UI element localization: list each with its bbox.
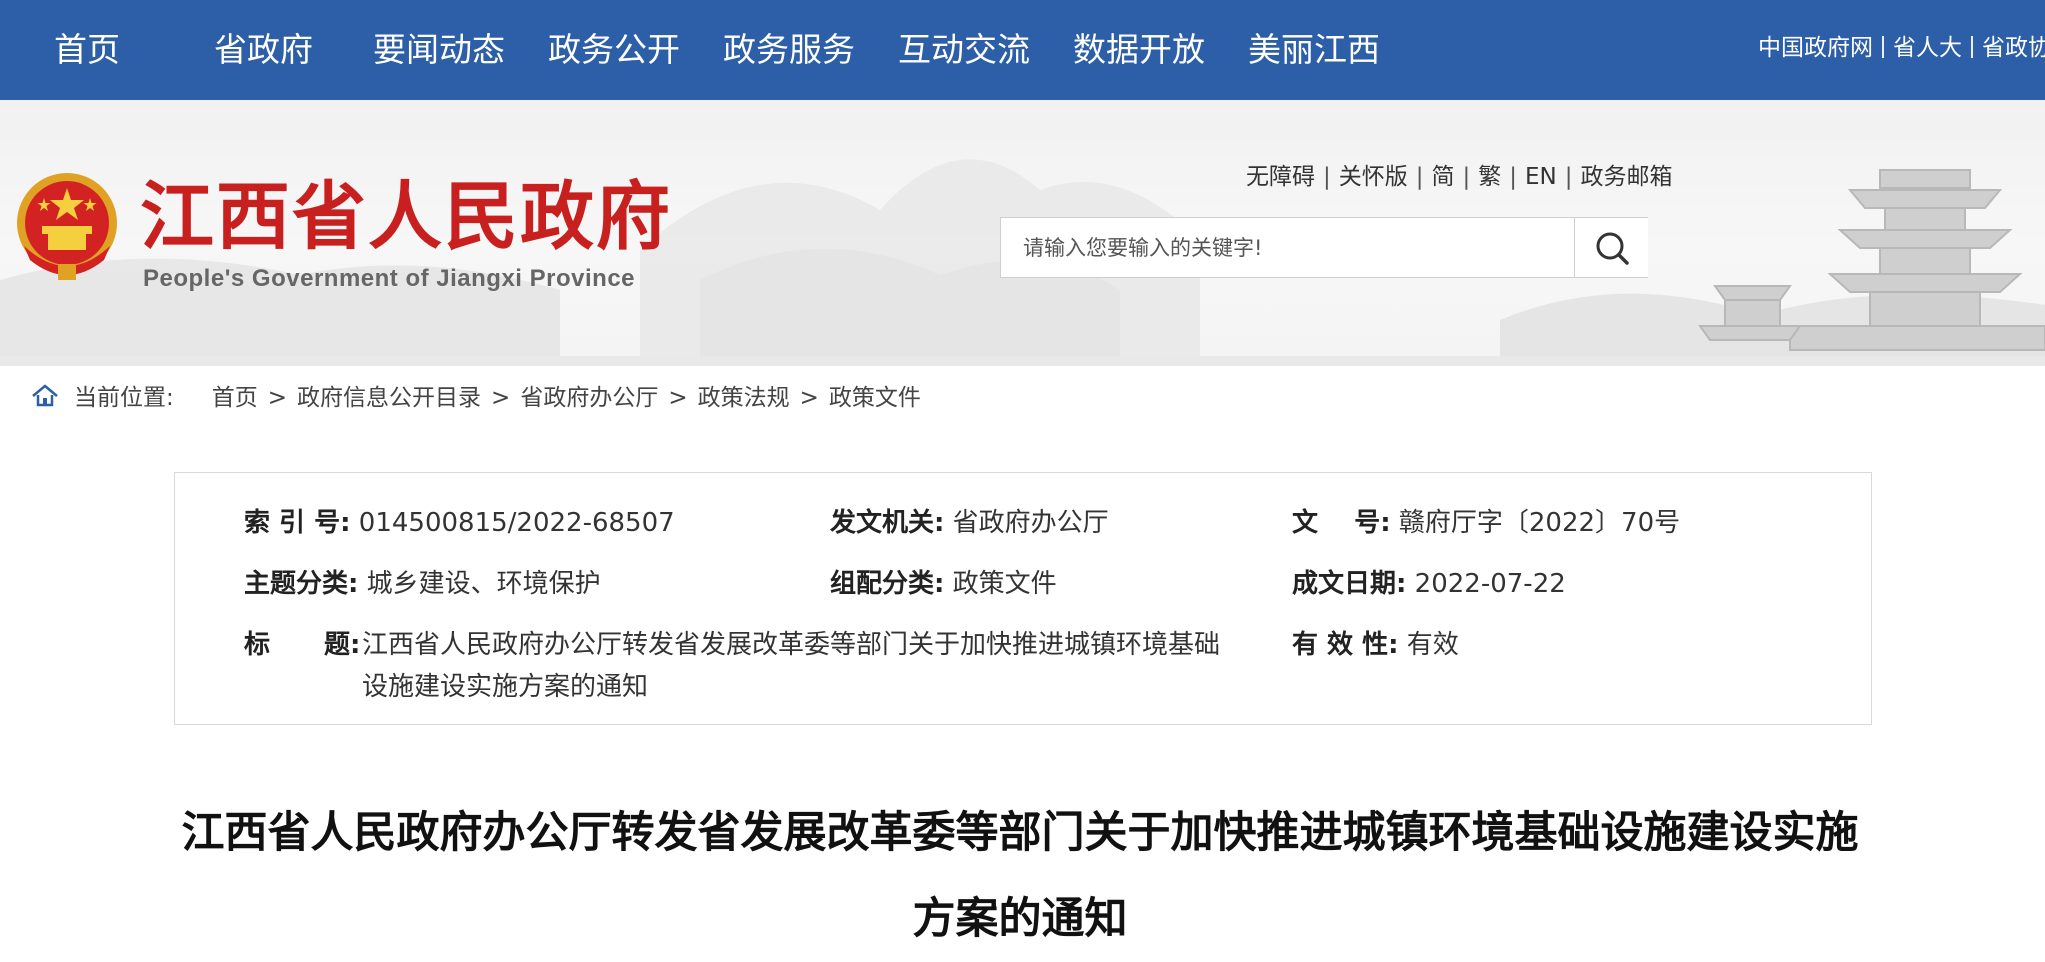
- search-input[interactable]: [1001, 218, 1573, 277]
- search-box: [1000, 217, 1648, 278]
- site-logo-title: 江西省人民政府: [140, 174, 670, 256]
- topic-row: 主题分类: 城乡建设、环境保护: [244, 566, 601, 602]
- nav-government-services[interactable]: 政务服务: [723, 26, 855, 74]
- header-divider: [0, 356, 2045, 366]
- validity-label: 有 效 性:: [1292, 630, 1399, 660]
- issuer-row: 发文机关: 省政府办公厅: [830, 505, 1109, 541]
- link-accessibility[interactable]: 无障碍: [1246, 164, 1315, 190]
- link-provincial-congress[interactable]: 省人大: [1893, 35, 1962, 61]
- index-number-row: 索 引 号: 014500815/2022-68507: [244, 505, 675, 541]
- breadcrumb-home[interactable]: 首页: [212, 385, 258, 411]
- search-button[interactable]: [1574, 218, 1648, 277]
- issuer-label: 发文机关:: [830, 508, 945, 538]
- divider: |: [1462, 164, 1471, 190]
- nav-open-data[interactable]: 数据开放: [1073, 26, 1205, 74]
- breadcrumb-general-office[interactable]: 省政府办公厅: [520, 385, 658, 411]
- topic-value: 城乡建设、环境保护: [366, 569, 601, 599]
- date-row: 成文日期: 2022-07-22: [1292, 566, 1566, 602]
- breadcrumb-separator: >: [799, 385, 819, 411]
- breadcrumb-separator: >: [267, 385, 288, 411]
- nav-news[interactable]: 要闻动态: [373, 26, 505, 74]
- title-label-colon: 题:: [324, 630, 361, 660]
- svg-text:People's Government of Jiangxi: People's Government of Jiangxi Province: [143, 265, 635, 292]
- national-emblem-icon: [17, 173, 117, 280]
- top-navigation-bar: 首页 省政府 要闻动态 政务公开 政务服务 互动交流 数据开放 美丽江西 中国政…: [0, 0, 2045, 100]
- link-china-gov[interactable]: 中国政府网: [1758, 35, 1873, 61]
- category-label: 组配分类:: [830, 569, 945, 599]
- link-elderly-mode[interactable]: 关怀版: [1339, 164, 1408, 190]
- home-icon: [32, 384, 58, 407]
- validity-value: 有效: [1406, 630, 1459, 660]
- external-links: 中国政府网 省人大 省政协: [1758, 30, 2045, 66]
- divider: |: [1323, 164, 1331, 190]
- site-logo-subtitle: People's Government of Jiangxi Province: [143, 265, 635, 292]
- nav-interaction[interactable]: 互动交流: [898, 26, 1030, 74]
- divider: [1971, 36, 1973, 58]
- article-title: 江西省人民政府办公厅转发省发展改革委等部门关于加快推进城镇环境基础设施建设实施方…: [181, 808, 1859, 944]
- document-number-label: 文 号:: [1292, 508, 1391, 538]
- breadcrumb: 当前位置: 首页 > 政府信息公开目录 > 省政府办公厅 > 政策法规 > 政策文件: [30, 382, 921, 414]
- date-value: 2022-07-22: [1414, 569, 1566, 599]
- nav-beautiful-jiangxi[interactable]: 美丽江西: [1248, 26, 1380, 74]
- divider: [1882, 36, 1884, 58]
- document-number-row: 文 号: 赣府厅字〔2022〕70号: [1292, 505, 1680, 541]
- nav-government-affairs-disclosure[interactable]: 政务公开: [548, 26, 680, 74]
- link-simplified-chinese[interactable]: 简: [1432, 164, 1455, 190]
- category-value: 政策文件: [952, 569, 1057, 599]
- divider: |: [1509, 164, 1517, 190]
- link-traditional-chinese[interactable]: 繁: [1478, 164, 1501, 190]
- breadcrumb-separator: >: [491, 385, 511, 411]
- category-row: 组配分类: 政策文件: [830, 566, 1057, 602]
- date-label: 成文日期:: [1292, 569, 1407, 599]
- title-label-char: 标: [244, 630, 271, 660]
- nav-home[interactable]: 首页: [54, 26, 120, 74]
- link-government-mail[interactable]: 政务邮箱: [1581, 164, 1673, 190]
- validity-row: 有 效 性: 有效: [1292, 627, 1459, 663]
- breadcrumb-policy-documents[interactable]: 政策文件: [829, 385, 921, 411]
- issuer-value: 省政府办公厅: [952, 508, 1109, 538]
- nav-provincial-government[interactable]: 省政府: [214, 26, 313, 74]
- utility-links: 无障碍 | 关怀版 | 简 | 繁 | EN | 政务邮箱: [1246, 160, 1673, 194]
- topic-label: 主题分类:: [244, 569, 359, 599]
- breadcrumb-policies-regulations[interactable]: 政策法规: [698, 385, 790, 411]
- svg-text:江西省人民政府: 江西省人民政府: [140, 174, 670, 256]
- title-value: 江西省人民政府办公厅转发省发展改革委等部门关于加快推进城镇环境基础设施建设实施方…: [362, 630, 1221, 702]
- search-icon: [1596, 232, 1629, 265]
- index-number-label: 索 引 号:: [244, 508, 351, 538]
- title-label-first: 标: [244, 627, 270, 663]
- document-number-value: 赣府厅字〔2022〕70号: [1398, 508, 1681, 538]
- link-english[interactable]: EN: [1525, 164, 1557, 190]
- breadcrumb-label: 当前位置:: [74, 385, 174, 411]
- index-number-value: 014500815/2022-68507: [358, 508, 675, 538]
- divider: |: [1415, 164, 1424, 190]
- link-provincial-cppcc[interactable]: 省政协: [1982, 35, 2045, 61]
- breadcrumb-separator: >: [668, 385, 688, 411]
- title-label-second: 题:: [324, 627, 360, 663]
- divider: |: [1564, 164, 1573, 190]
- breadcrumb-info-directory[interactable]: 政府信息公开目录: [297, 385, 481, 411]
